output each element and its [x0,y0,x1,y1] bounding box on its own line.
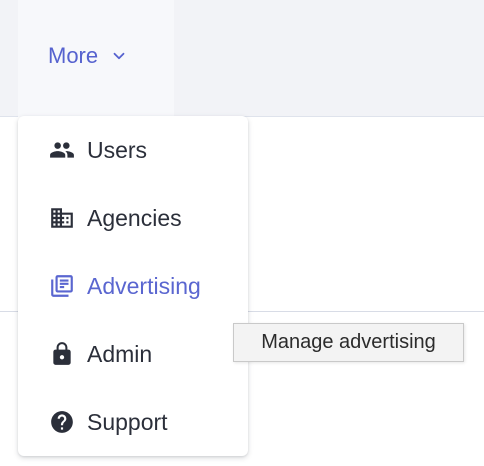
menu-item-label: Advertising [87,272,201,299]
menu-item-label: Users [87,136,148,163]
menu-item-agencies[interactable]: Agencies [18,184,248,252]
menu-item-users[interactable]: Users [18,116,248,184]
menu-item-advertising[interactable]: Advertising [18,252,248,320]
menu-item-admin[interactable]: Admin [18,320,248,388]
menu-item-label: Support [87,408,168,435]
tooltip-manage-advertising: Manage advertising [233,323,464,362]
menu-item-support[interactable]: Support [18,388,248,456]
building-icon [49,205,75,231]
more-menu-trigger[interactable]: More [48,40,128,72]
help-circle-icon [49,409,75,435]
more-label: More [48,43,99,68]
lock-icon [49,341,75,367]
more-tab[interactable]: More [18,0,174,117]
menu-item-label: Agencies [87,204,182,231]
chevron-down-icon [113,52,125,60]
more-dropdown-menu: Users Agencies Advertising Admin Support [18,116,248,456]
top-navigation-bar: More [0,0,484,117]
menu-item-label: Admin [87,340,153,367]
tooltip-text: Manage advertising [261,331,436,353]
library-books-icon [49,273,75,299]
users-icon [49,137,75,163]
